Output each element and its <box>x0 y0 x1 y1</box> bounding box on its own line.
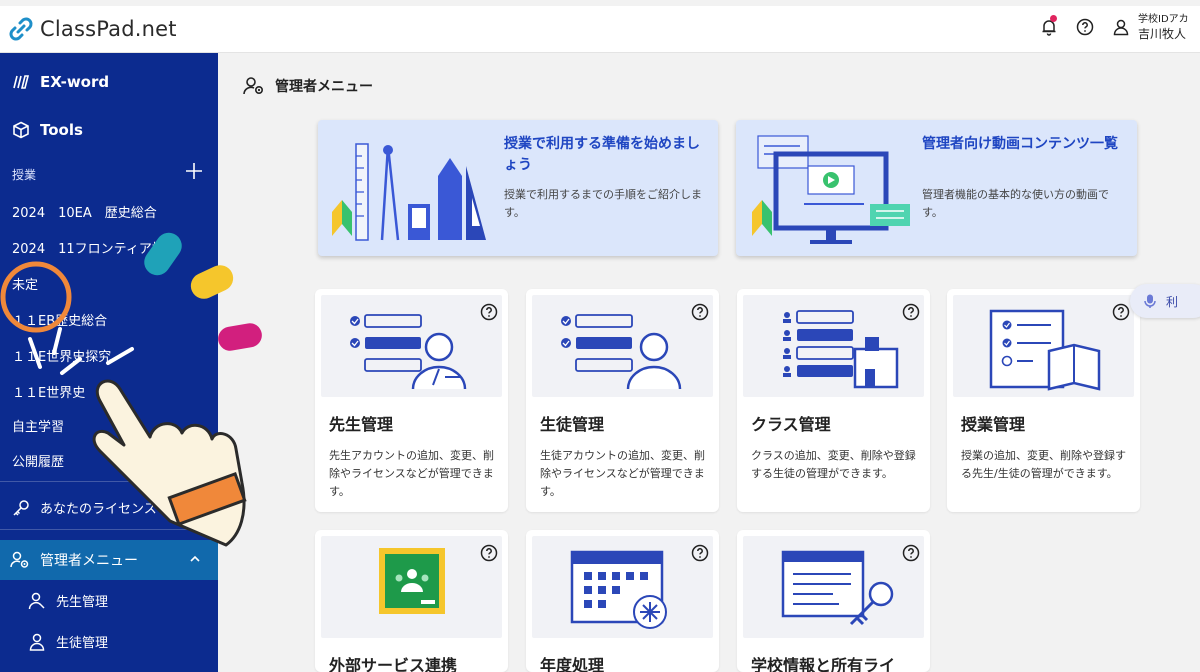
video-monitor-illustration <box>752 135 910 244</box>
sidebar-item-label: 管理者メニュー <box>40 553 138 569</box>
cube-icon <box>13 121 29 139</box>
card-description: 授業の追加、変更、削除や登録する先生/生徒の管理ができます。 <box>961 449 1126 480</box>
sidebar-item-label: 生徒管理 <box>56 636 109 651</box>
sidebar-class-item[interactable]: １１EB歴史総合 <box>12 310 107 329</box>
admin-gear-icon <box>243 77 264 95</box>
sidebar: EX-word Tools 授業 2024 10EA 歴史総合 2024 11フ… <box>0 53 218 672</box>
help-button[interactable] <box>1070 12 1100 42</box>
book-icon <box>13 75 30 89</box>
user-icon <box>1113 19 1129 36</box>
voice-input-label: 利 <box>1166 294 1179 309</box>
card-external-services[interactable]: 外部サービス連携 <box>315 530 508 672</box>
banner-description: 管理者機能の基本的な使い方の動画です。 <box>922 188 1109 219</box>
help-icon[interactable] <box>480 544 498 562</box>
sidebar-class-item[interactable]: 2024 11フロンティア探究 <box>12 238 178 257</box>
notification-badge <box>1050 15 1057 22</box>
help-icon[interactable] <box>691 544 709 562</box>
user-org: 学校IDアカ <box>1138 14 1189 25</box>
card-student-management[interactable]: 生徒管理 生徒アカウントの追加、変更、削除やライセンスなどが管理できます。 <box>526 289 719 512</box>
user-name: 吉川牧人 <box>1138 27 1187 41</box>
sidebar-class-item[interactable]: 未定 <box>12 274 38 293</box>
sidebar-item-label: EX-word <box>40 73 110 91</box>
sidebar-item-label: Tools <box>40 121 83 139</box>
sidebar-item-tools[interactable]: Tools <box>12 121 83 139</box>
card-description: 先生アカウントの追加、変更、削除やライセンスなどが管理できます。 <box>329 449 494 498</box>
card-lesson-management[interactable]: 授業管理 授業の追加、変更、削除や登録する先生/生徒の管理ができます。 <box>947 289 1140 512</box>
card-class-management[interactable]: クラス管理 クラスの追加、変更、削除や登録する生徒の管理ができます。 <box>737 289 930 512</box>
card-title: 外部サービス連携 <box>329 656 458 672</box>
calendar-illustration <box>532 536 713 638</box>
key-icon <box>13 499 29 516</box>
sidebar-item-exword[interactable]: EX-word <box>12 73 109 91</box>
student-icon <box>29 633 45 651</box>
notifications-button[interactable] <box>1034 12 1064 42</box>
help-icon[interactable] <box>902 544 920 562</box>
card-description: クラスの追加、変更、削除や登録する生徒の管理ができます。 <box>751 449 916 480</box>
sidebar-class-item[interactable]: 公開履歴 <box>12 451 64 470</box>
lesson-management-illustration <box>953 295 1134 397</box>
card-title: 生徒管理 <box>540 415 605 434</box>
banner-title: 授業で利用する準備を始めましょう <box>504 136 700 173</box>
banner-title: 管理者向け動画コンテンツ一覧 <box>922 136 1118 152</box>
help-icon <box>1076 18 1094 36</box>
sidebar-class-item[interactable]: １１E世界史 <box>12 382 85 401</box>
help-icon[interactable] <box>480 303 498 321</box>
student-management-illustration <box>532 295 713 397</box>
user-info[interactable]: 学校IDアカ 吉川牧人 <box>1138 13 1200 41</box>
card-title: 先生管理 <box>329 415 394 434</box>
card-title: 学校情報と所有ライ <box>751 656 896 672</box>
stationery-illustration <box>332 143 486 241</box>
card-description: 生徒アカウントの追加、変更、削除やライセンスなどが管理できます。 <box>540 449 705 498</box>
top-header: ClassPad.net 学校IDアカ 吉川牧人 <box>0 6 1200 53</box>
sidebar-divider <box>0 529 218 530</box>
sidebar-class-item[interactable]: 自主学習 <box>12 416 64 435</box>
sidebar-item-label: 先生管理 <box>56 595 109 610</box>
sidebar-sub-item-teacher[interactable]: 先生管理 <box>28 591 108 610</box>
sidebar-sub-item-student[interactable]: 生徒管理 <box>28 632 108 651</box>
classroom-board-illustration <box>321 536 502 638</box>
card-school-info[interactable]: 学校情報と所有ライ <box>737 530 930 672</box>
help-icon[interactable] <box>1112 303 1130 321</box>
mic-icon <box>1144 294 1156 308</box>
chevron-up-icon[interactable] <box>188 552 202 566</box>
card-title: 授業管理 <box>961 415 1026 434</box>
page-title: 管理者メニュー <box>243 76 373 96</box>
plus-icon[interactable] <box>184 161 204 181</box>
help-icon[interactable] <box>902 303 920 321</box>
card-title: クラス管理 <box>751 415 831 434</box>
help-icon[interactable] <box>691 303 709 321</box>
sidebar-class-item[interactable]: 2024 10EA 歴史総合 <box>12 202 157 221</box>
sidebar-item-admin-menu[interactable]: 管理者メニュー <box>0 540 218 580</box>
card-title: 年度処理 <box>540 656 605 672</box>
card-annual-processing[interactable]: 年度処理 <box>526 530 719 672</box>
user-menu-button[interactable] <box>1106 12 1136 42</box>
banner-admin-videos[interactable]: 管理者向け動画コンテンツ一覧 管理者機能の基本的な使い方の動画です。 <box>736 120 1137 256</box>
sidebar-divider <box>0 481 218 482</box>
teacher-management-illustration <box>321 295 502 397</box>
document-key-illustration <box>743 536 924 638</box>
voice-input-pill[interactable]: 利 <box>1130 284 1200 318</box>
app-logo[interactable]: ClassPad.net <box>8 16 177 42</box>
class-management-illustration <box>743 295 924 397</box>
sidebar-section-label: 授業 <box>12 168 37 182</box>
sidebar-class-item[interactable]: １１E世界史探究 <box>12 346 111 365</box>
card-teacher-management[interactable]: 先生管理 先生アカウントの追加、変更、削除やライセンスなどが管理できます。 <box>315 289 508 512</box>
app-name: ClassPad.net <box>40 17 177 41</box>
banner-getting-started[interactable]: 授業で利用する準備を始めましょう 授業で利用するまでの手順をご紹介します。 <box>318 120 718 256</box>
admin-gear-icon <box>10 551 29 568</box>
teacher-icon <box>28 592 45 609</box>
link-logo-icon <box>9 17 33 41</box>
sidebar-item-label: あなたのライセンス <box>40 502 157 517</box>
page-title-text: 管理者メニュー <box>275 79 373 95</box>
sidebar-item-license[interactable]: あなたのライセンス <box>12 498 157 517</box>
banner-description: 授業で利用するまでの手順をご紹介します。 <box>504 188 702 219</box>
